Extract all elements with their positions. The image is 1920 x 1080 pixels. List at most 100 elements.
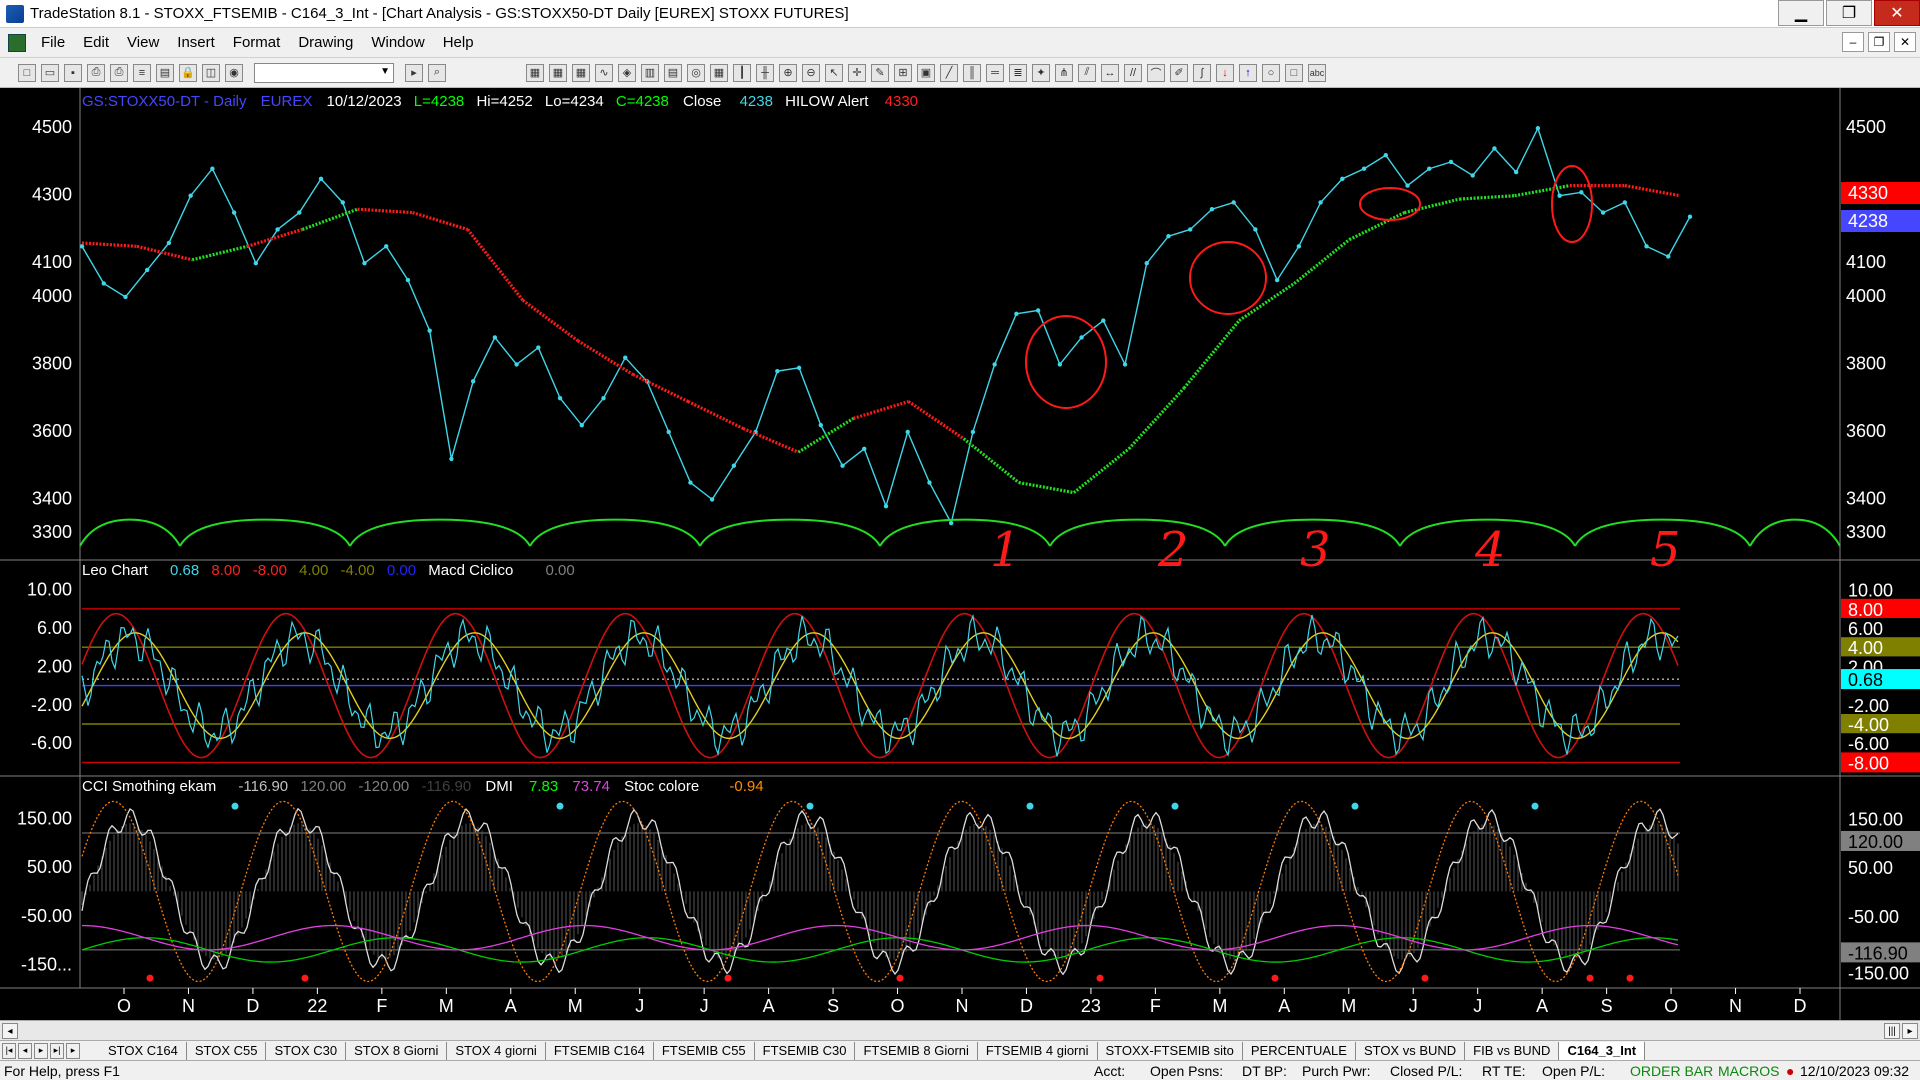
leo-value-tag-label: 8.00 [1848,600,1883,620]
close-point [818,422,824,428]
bar-type-icon[interactable]: ╫ [756,63,774,82]
order-bar-label[interactable]: ORDER BAR [1630,1063,1718,1079]
window-icon[interactable]: ▤ [156,63,174,82]
menu-file[interactable]: File [32,34,74,51]
tab-percentuale[interactable]: PERCENTUALE [1243,1041,1356,1060]
menu-insert[interactable]: Insert [168,34,224,51]
tab-ftsemib-8-giorni[interactable]: FTSEMIB 8 Giorni [855,1041,978,1060]
pointer-icon[interactable]: ↖ [825,63,843,82]
zoom-out-icon[interactable]: ⊖ [802,63,820,82]
open-psns-label: Open Psns: [1150,1062,1224,1079]
tab-stox-8-giorni[interactable]: STOX 8 Giorni [346,1041,448,1060]
parallel-icon[interactable]: // [1124,63,1142,82]
scroll-right-arrow[interactable]: ▸ [1902,1023,1918,1039]
close-point [1557,193,1562,198]
menu-help[interactable]: Help [434,34,483,51]
close-button[interactable]: ✕ [1874,0,1920,26]
tab-stox-vs-bund[interactable]: STOX vs BUND [1356,1041,1466,1060]
tab-ftsemib-c30[interactable]: FTSEMIB C30 [755,1041,856,1060]
arrow-down-icon[interactable]: ↓ [1216,63,1234,82]
tools-icon[interactable]: ✎ [871,63,889,82]
tool-icon-3[interactable]: ▦ [572,63,590,82]
menu-drawing[interactable]: Drawing [289,34,362,51]
leo-v6: 0.00 [387,562,416,579]
chart-icon[interactable]: ∿ [595,63,613,82]
bars-icon[interactable]: ┃ [733,63,751,82]
curve-icon[interactable]: ∫ [1193,63,1211,82]
menu-edit[interactable]: Edit [74,34,118,51]
mdi-close-button[interactable]: ✕ [1894,32,1916,52]
cycle-label: 5 [1650,522,1681,578]
cci-v4: -116.90 [421,778,471,795]
fib-icon[interactable]: ≣ [1009,63,1027,82]
print-icon[interactable]: ⎙ [87,63,105,82]
globe-icon[interactable]: ◉ [225,63,243,82]
tab-stox-c30[interactable]: STOX C30 [266,1041,347,1060]
tab-fib-vs-bund[interactable]: FIB vs BUND [1465,1041,1560,1060]
tab-prev-icon[interactable]: ◂ [18,1042,32,1059]
vertical-lines-icon[interactable]: ║ [963,63,981,82]
circle-icon[interactable]: ○ [1262,63,1280,82]
format-icon[interactable]: ▣ [917,63,935,82]
tool-icon-2[interactable]: ▦ [549,63,567,82]
layout-icon[interactable]: ≡ [133,63,151,82]
horizontal-line-icon[interactable]: ═ [986,63,1004,82]
zoom-tool-icon[interactable]: ⌕ [428,63,446,82]
open-icon[interactable]: ▭ [41,63,59,82]
rectangle-icon[interactable]: □ [1285,63,1303,82]
tool-icon-1[interactable]: ▦ [526,63,544,82]
table-icon[interactable]: ▥ [641,63,659,82]
workspace-select[interactable] [254,62,394,83]
menu-format[interactable]: Format [224,34,290,51]
gann-icon[interactable]: ✦ [1032,63,1050,82]
lock-icon[interactable]: 🔒 [179,63,197,82]
quote-icon[interactable]: ▤ [664,63,682,82]
channel-icon[interactable]: ⫽ [1078,63,1096,82]
menu-view[interactable]: View [118,34,168,51]
maximize-button[interactable]: ❐ [1826,0,1872,26]
tab-first-icon[interactable]: |◂ [2,1042,16,1059]
close-point [1166,234,1171,239]
tab-c164-3-int[interactable]: C164_3_Int [1559,1041,1646,1060]
mdi-minimize-button[interactable]: – [1842,32,1864,52]
new-icon[interactable]: □ [18,63,36,82]
tab-stoxx-ftsemib-sito[interactable]: STOXX-FTSEMIB sito [1098,1041,1243,1060]
insert-icon[interactable]: ⊞ [894,63,912,82]
minimize-button[interactable]: ▁ [1778,0,1824,26]
zoom-in-icon[interactable]: ⊕ [779,63,797,82]
save-icon[interactable]: ▪ [64,63,82,82]
text-icon[interactable]: abc [1308,63,1326,82]
arrow-horizontal-icon[interactable]: ↔ [1101,63,1119,82]
chart-area[interactable]: GS:STOXX50-DT - Daily EUREX 10/12/2023 L… [0,88,1920,1020]
arc-icon[interactable]: ⌒ [1147,63,1165,82]
radar-icon[interactable]: ◈ [618,63,636,82]
print-preview-icon[interactable]: ⎙ [110,63,128,82]
andrews-icon[interactable]: ⋔ [1055,63,1073,82]
chart-svg[interactable]: GS:STOXX50-DT - Daily EUREX 10/12/2023 L… [0,88,1920,1020]
scanner-icon[interactable]: ◎ [687,63,705,82]
matrix-icon[interactable]: ▦ [710,63,728,82]
play-icon[interactable]: ▸ [405,63,423,82]
tab-ftsemib-c164[interactable]: FTSEMIB C164 [546,1041,654,1060]
tab-last-icon[interactable]: ▸| [50,1042,64,1059]
trendline-icon[interactable]: ╱ [940,63,958,82]
scroll-bars-icon[interactable]: ||| [1884,1023,1900,1039]
freehand-icon[interactable]: ✐ [1170,63,1188,82]
tab-next-icon[interactable]: ▸ [34,1042,48,1059]
horizontal-scrollbar[interactable]: ◂ ||| ▸ [0,1020,1920,1040]
menu-window[interactable]: Window [362,34,433,51]
mdi-restore-button[interactable]: ❐ [1868,32,1890,52]
macros-label[interactable]: MACROS [1718,1063,1786,1079]
tab-stox-c164[interactable]: STOX C164 [100,1041,187,1060]
tab-ftsemib-c55[interactable]: FTSEMIB C55 [654,1041,755,1060]
tab-menu-icon[interactable]: ▸ [66,1042,80,1059]
stoc-top-marker [231,802,239,810]
tab-ftsemib-4-giorni[interactable]: FTSEMIB 4 giorni [978,1041,1098,1060]
close-point [775,368,780,374]
layers-icon[interactable]: ◫ [202,63,220,82]
crosshair-icon[interactable]: ✛ [848,63,866,82]
tab-stox-4-giorni[interactable]: STOX 4 giorni [447,1041,546,1060]
scroll-left-arrow[interactable]: ◂ [2,1023,18,1039]
tab-stox-c55[interactable]: STOX C55 [187,1041,267,1060]
arrow-up-icon[interactable]: ↑ [1239,63,1257,82]
